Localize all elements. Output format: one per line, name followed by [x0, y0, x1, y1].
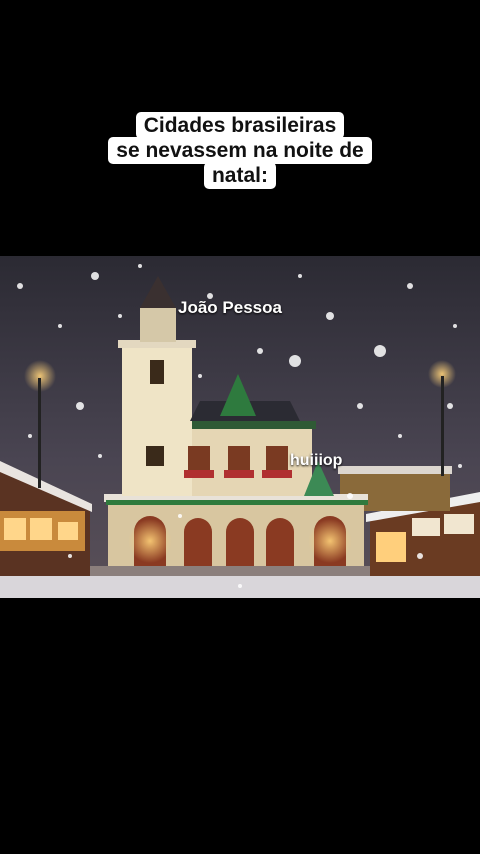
caption-line-1: Cidades brasileiras: [135, 112, 345, 139]
city-label: João Pessoa: [178, 298, 282, 317]
caption-line-3: natal:: [203, 162, 276, 189]
username-watermark: huiiiop: [290, 452, 343, 469]
caption-line-2: se nevassem na noite de: [108, 137, 372, 164]
caption: Cidades brasileiras se nevassem na noite…: [0, 112, 480, 189]
